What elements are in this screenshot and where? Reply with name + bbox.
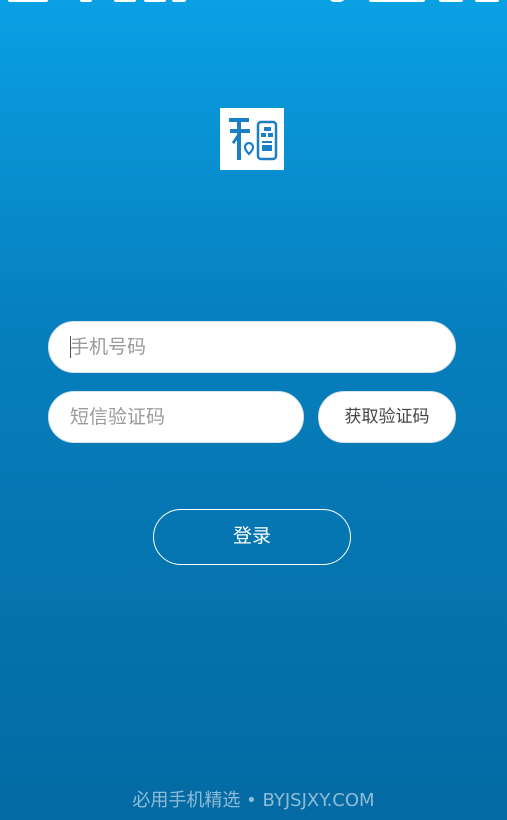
alarm-icon <box>329 0 345 2</box>
status-bar-right <box>329 0 499 2</box>
status-icon <box>172 0 186 2</box>
status-bar-left <box>8 0 188 2</box>
text-cursor <box>70 336 71 358</box>
signal-icon <box>369 0 425 2</box>
status-bar <box>0 0 507 8</box>
status-carrier <box>8 0 48 2</box>
status-icon <box>114 0 136 2</box>
logo-graphic <box>229 118 278 161</box>
status-icon <box>80 0 92 2</box>
status-icon <box>144 0 166 2</box>
footer-watermark: 必用手机精选 • BYJSJXY.COM <box>132 790 375 811</box>
phone-field[interactable] <box>48 321 456 373</box>
battery-icon <box>439 0 463 2</box>
get-code-button[interactable]: 获取验证码 <box>318 391 456 443</box>
time-text <box>475 0 499 2</box>
app-logo-icon <box>220 108 284 170</box>
phone-input[interactable] <box>49 322 455 372</box>
sms-code-field[interactable] <box>48 391 304 443</box>
sms-code-input[interactable] <box>49 392 303 442</box>
login-button[interactable]: 登录 <box>153 509 351 565</box>
